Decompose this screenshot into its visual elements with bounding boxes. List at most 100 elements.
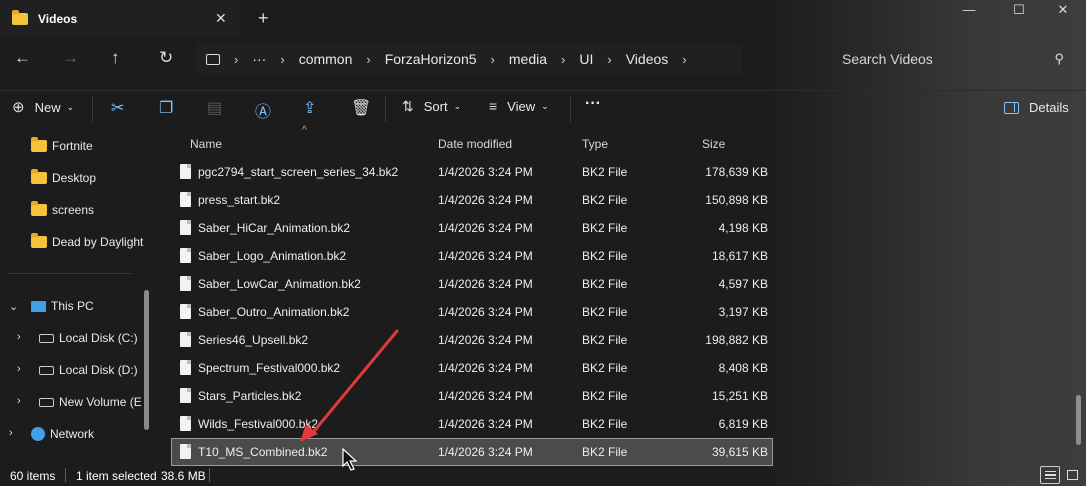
breadcrumb-common[interactable]: common <box>299 51 353 67</box>
column-header-size[interactable]: Size <box>702 137 725 151</box>
table-row[interactable]: Saber_Logo_Animation.bk2 1/4/2026 3:24 PM… <box>172 243 772 269</box>
close-tab-icon[interactable]: ✕ <box>215 10 227 27</box>
file-type: BK2 File <box>582 221 628 235</box>
file-date: 1/4/2026 3:24 PM <box>438 277 533 291</box>
table-row[interactable]: Saber_Outro_Animation.bk2 1/4/2026 3:24 P… <box>172 299 772 325</box>
sidebar-scrollbar[interactable] <box>144 290 149 430</box>
sidebar-item-dead-by-daylight[interactable]: Dead by Daylight <box>0 228 152 256</box>
sidebar-item-local-disk-c[interactable]: › Local Disk (C:) <box>0 324 152 352</box>
tab-videos[interactable]: Videos ✕ <box>0 0 240 38</box>
sort-icon: ⇅ <box>402 98 414 114</box>
view-icon: ≡ <box>489 98 498 114</box>
column-header-date[interactable]: Date modified <box>438 137 512 151</box>
breadcrumb-media[interactable]: media <box>509 51 547 67</box>
tiles-view-button[interactable] <box>1062 466 1082 484</box>
share-icon[interactable]: ⇪ <box>303 98 316 118</box>
table-row[interactable]: Saber_HiCar_Animation.bk2 1/4/2026 3:24 P… <box>172 215 772 241</box>
address-bar[interactable]: › ··· › common › ForzaHorizon5 › media ›… <box>196 44 742 74</box>
file-icon <box>180 192 191 207</box>
up-arrow-icon[interactable]: ↑ <box>111 48 120 68</box>
close-window-button[interactable]: ✕ <box>1040 2 1086 22</box>
file-type: BK2 File <box>582 193 628 207</box>
file-icon <box>180 276 191 291</box>
maximize-button[interactable]: ☐ <box>996 2 1042 22</box>
file-name: Saber_Outro_Animation.bk2 <box>198 305 350 319</box>
file-size: 4,597 KB <box>718 277 768 291</box>
file-date: 1/4/2026 3:24 PM <box>438 445 533 459</box>
chevron-down-icon: ⌄ <box>9 301 19 313</box>
delete-icon[interactable]: 🗑 <box>351 98 371 118</box>
file-type: BK2 File <box>582 333 628 347</box>
file-icon <box>180 220 191 235</box>
breadcrumb-videos[interactable]: Videos <box>626 51 669 67</box>
column-header-name[interactable]: Name <box>190 137 222 151</box>
file-date: 1/4/2026 3:24 PM <box>438 221 533 235</box>
divider <box>65 468 66 482</box>
sidebar-item-new-volume[interactable]: › New Volume (E <box>0 388 152 416</box>
refresh-icon[interactable]: ↻ <box>159 48 173 68</box>
forward-arrow-icon[interactable]: → <box>62 48 79 68</box>
file-date: 1/4/2026 3:24 PM <box>438 305 533 319</box>
view-button[interactable]: ≡ View ⌄ <box>489 98 549 114</box>
sidebar-item-fortnite[interactable]: Fortnite <box>0 132 152 160</box>
sort-button[interactable]: ⇅ Sort ⌄ <box>402 98 461 115</box>
details-view-button[interactable] <box>1040 466 1060 484</box>
sort-label: Sort <box>423 99 448 114</box>
breadcrumb-ui[interactable]: UI <box>579 51 593 67</box>
chevron-right-icon: › <box>682 51 687 67</box>
table-row[interactable]: Spectrum_Festival000.bk2 1/4/2026 3:24 PM… <box>172 355 772 381</box>
details-button[interactable]: Details <box>1004 100 1069 115</box>
sidebar-item-label: Fortnite <box>52 139 93 153</box>
sidebar-item-label: Local Disk (C:) <box>59 331 138 345</box>
back-arrow-icon[interactable]: ← <box>14 48 31 68</box>
table-row[interactable]: T10_MS_Combined.bk2 1/4/2026 3:24 PM BK2 F… <box>171 438 773 466</box>
cut-icon[interactable]: ✂ <box>111 98 124 118</box>
chevron-right-icon: › <box>234 51 239 67</box>
file-icon <box>180 332 191 347</box>
new-button[interactable]: ⊕ New ⌄ <box>12 98 74 116</box>
search-input[interactable]: Search Videos ⚲ <box>828 44 1076 74</box>
file-name: Stars_Particles.bk2 <box>198 389 302 403</box>
file-name: T10_MS_Combined.bk2 <box>198 445 328 459</box>
chevron-right-icon: › <box>607 51 612 67</box>
new-tab-button[interactable]: + <box>258 8 269 29</box>
table-row[interactable]: press_start.bk2 1/4/2026 3:24 PM BK2 File 1… <box>172 187 772 213</box>
copy-icon[interactable]: ❐ <box>159 98 173 118</box>
table-row[interactable]: Wilds_Festival000.bk2 1/4/2026 3:24 PM BK2… <box>172 411 772 437</box>
table-row[interactable]: Series46_Upsell.bk2 1/4/2026 3:24 PM BK2 F… <box>172 327 772 353</box>
breadcrumb-forzahorizon5[interactable]: ForzaHorizon5 <box>385 51 477 67</box>
table-row[interactable]: Saber_LowCar_Animation.bk2 1/4/2026 3:24 … <box>172 271 772 297</box>
file-date: 1/4/2026 3:24 PM <box>438 361 533 375</box>
selection-count: 1 item selected <box>76 469 157 483</box>
rename-icon[interactable]: Ⓐ <box>255 98 271 122</box>
file-size: 39,615 KB <box>711 445 768 459</box>
table-row[interactable]: Stars_Particles.bk2 1/4/2026 3:24 PM BK2 F… <box>172 383 772 409</box>
sidebar-item-screens[interactable]: screens <box>0 196 152 224</box>
file-name: Spectrum_Festival000.bk2 <box>198 361 341 375</box>
chevron-right-icon: › <box>561 51 566 67</box>
table-row[interactable]: pgc2794_start_screen_series_34.bk2 1/4/20… <box>172 159 772 185</box>
chevron-right-icon: › <box>280 51 285 67</box>
paste-icon[interactable]: ▤ <box>207 98 222 118</box>
breadcrumb-overflow[interactable]: ··· <box>252 51 266 67</box>
divider <box>385 96 386 122</box>
sidebar-item-this-pc[interactable]: ⌄ This PC <box>0 292 152 320</box>
new-label: New <box>34 99 61 115</box>
sidebar-item-desktop[interactable]: Desktop <box>0 164 152 192</box>
file-date: 1/4/2026 3:24 PM <box>438 389 533 403</box>
file-icon <box>180 416 191 431</box>
file-icon <box>180 304 191 319</box>
divider <box>8 273 131 274</box>
tiles-view-icon <box>1067 470 1078 480</box>
minimize-button[interactable]: — <box>946 2 992 22</box>
column-header-type[interactable]: Type <box>582 137 608 151</box>
file-date: 1/4/2026 3:24 PM <box>438 193 533 207</box>
file-type: BK2 File <box>582 249 628 263</box>
drive-icon <box>39 397 54 407</box>
file-name: Saber_Logo_Animation.bk2 <box>198 249 347 263</box>
sidebar-item-local-disk-d[interactable]: › Local Disk (D:) <box>0 356 152 384</box>
more-options-icon[interactable]: ··· <box>585 95 601 113</box>
sidebar-item-network[interactable]: › Network <box>0 420 152 448</box>
search-icon: ⚲ <box>1054 51 1064 66</box>
file-list-scrollbar[interactable] <box>1076 395 1081 445</box>
